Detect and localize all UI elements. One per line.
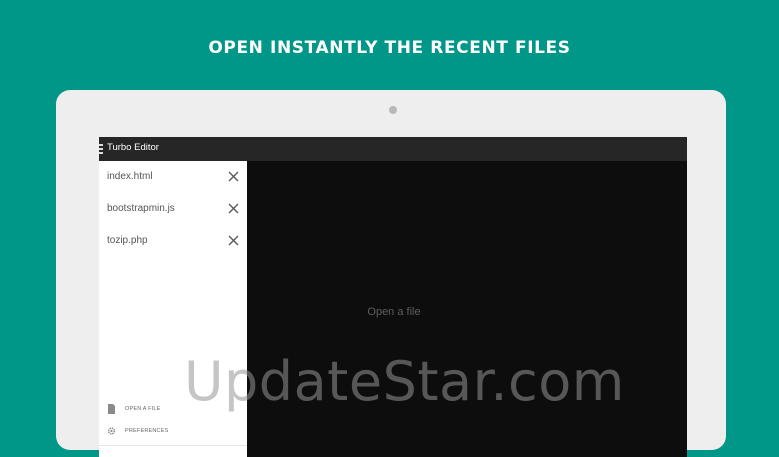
hamburger-menu-icon[interactable]: [99, 144, 103, 154]
camera-dot: [389, 106, 397, 114]
file-icon: [108, 404, 115, 414]
close-icon[interactable]: [228, 235, 239, 246]
open-file-label: OPEN A FILE: [125, 406, 161, 412]
preferences-label: PREFERENCES: [125, 428, 169, 434]
recent-file-item[interactable]: bootstrapmin.js: [99, 193, 247, 225]
preferences-button[interactable]: PREFERENCES: [99, 421, 247, 443]
gear-icon: [107, 427, 116, 435]
recent-file-item[interactable]: index.html: [99, 161, 247, 193]
app-title: Turbo Editor: [107, 142, 159, 153]
close-icon[interactable]: [228, 171, 239, 182]
watermark: UpdateStar.com: [184, 350, 625, 413]
promo-headline: OPEN INSTANTLY THE RECENT FILES: [208, 38, 571, 58]
open-file-placeholder: Open a file: [367, 306, 421, 318]
app-bar: Turbo Editor: [99, 137, 687, 161]
recent-file-item[interactable]: tozip.php: [99, 225, 247, 257]
drawer-divider: [99, 445, 247, 446]
recent-file-name: index.html: [107, 171, 153, 182]
recent-file-name: bootstrapmin.js: [107, 203, 175, 214]
close-icon[interactable]: [228, 203, 239, 214]
recent-file-name: tozip.php: [107, 235, 148, 246]
